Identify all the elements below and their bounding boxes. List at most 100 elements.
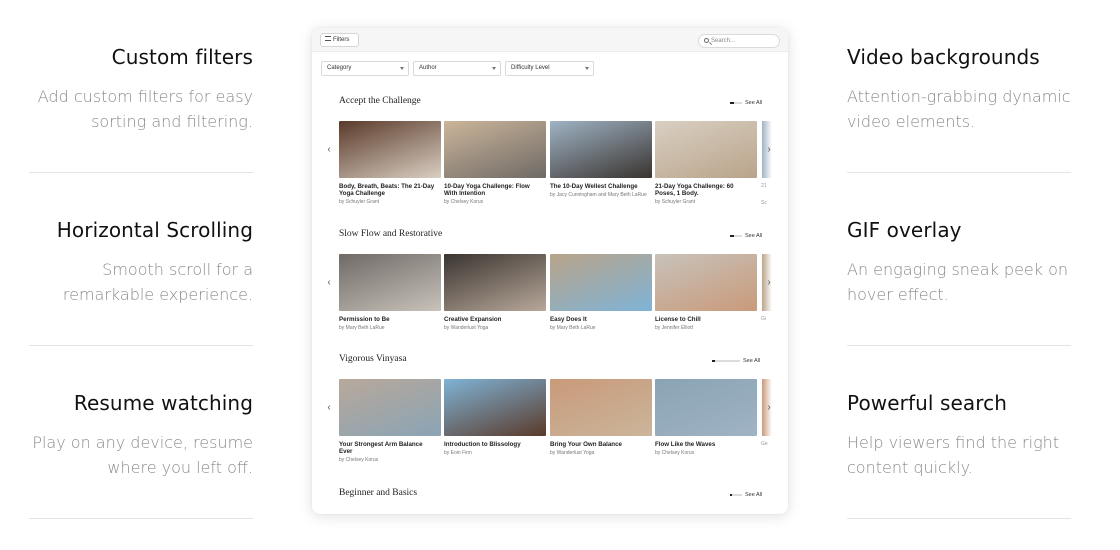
chevron-left-icon[interactable]: ‹ bbox=[322, 121, 336, 179]
difficulty-level-dropdown[interactable]: Difficulty Level bbox=[505, 61, 594, 76]
video-thumbnail[interactable] bbox=[550, 379, 652, 436]
section-title: Beginner and Basics bbox=[339, 488, 418, 498]
video-author: by Chelsey Korus bbox=[444, 199, 484, 205]
section-title: Accept the Challenge bbox=[339, 96, 421, 106]
feature-description: An engaging sneak peek on hover effect. bbox=[847, 260, 1069, 304]
chevron-right-icon[interactable]: › bbox=[762, 254, 776, 312]
video-author: by Mary Beth LaRue bbox=[339, 325, 385, 331]
video-author: by Schuyler Grant bbox=[339, 199, 380, 205]
see-all-link[interactable]: See All bbox=[730, 100, 762, 106]
video-thumbnail[interactable] bbox=[655, 379, 757, 436]
video-author: by Wanderlust Yoga bbox=[550, 450, 595, 456]
chevron-left-icon[interactable]: ‹ bbox=[322, 254, 336, 312]
video-card[interactable]: 21-Day Yoga Challenge: 60 Poses, 1 Body. b… bbox=[655, 121, 757, 205]
video-card[interactable]: Your Strongest Arm Balance Ever by Chelsey… bbox=[339, 379, 441, 463]
video-card[interactable]: Easy Does It by Mary Beth LaRue bbox=[550, 254, 652, 331]
video-thumbnail[interactable] bbox=[444, 121, 546, 178]
see-all-label: See All bbox=[745, 233, 763, 239]
filter-icon bbox=[325, 36, 331, 41]
video-thumbnail[interactable] bbox=[339, 121, 441, 178]
search-input[interactable]: Search... bbox=[698, 34, 780, 48]
chevron-right-icon[interactable]: › bbox=[762, 379, 776, 437]
video-title[interactable]: Introduction to Blissology bbox=[444, 441, 546, 448]
divider bbox=[847, 518, 1071, 519]
app-toolbar: Filters Search... bbox=[312, 28, 788, 52]
feature-description: Smooth scroll for a remarkable experience… bbox=[62, 260, 253, 304]
chevron-down-icon bbox=[585, 67, 589, 70]
feature-custom-filters: Custom filters Add custom filters for ea… bbox=[29, 45, 253, 134]
feature-title: Video backgrounds bbox=[847, 45, 1040, 69]
video-thumbnail[interactable] bbox=[655, 254, 757, 311]
category-dropdown[interactable]: Category bbox=[321, 61, 409, 76]
see-all-link[interactable]: See All bbox=[730, 233, 762, 239]
next-card-title-peek: Ge bbox=[761, 441, 768, 447]
chevron-down-icon bbox=[400, 67, 404, 70]
video-card[interactable]: License to Chill by Jennifer Elliott bbox=[655, 254, 757, 331]
feature-description: Help viewers find the right content quick… bbox=[847, 433, 1060, 477]
video-card[interactable]: Bring Your Own Balance by Wanderlust Yoga bbox=[550, 379, 652, 456]
video-title[interactable]: The 10-Day Wellest Challenge bbox=[550, 183, 652, 190]
filters-button[interactable]: Filters bbox=[320, 33, 359, 47]
feature-gif-overlay: GIF overlay An engaging sneak peek on hov… bbox=[847, 218, 1071, 307]
see-all-label: See All bbox=[745, 100, 763, 106]
dropdown-label: Category bbox=[327, 65, 352, 71]
video-card[interactable]: Introduction to Blissology by Eoin Finn bbox=[444, 379, 546, 456]
video-card[interactable]: Permission to Be by Mary Beth LaRue bbox=[339, 254, 441, 331]
divider bbox=[29, 345, 253, 346]
video-title[interactable]: License to Chill bbox=[655, 316, 757, 323]
scroll-progress-bar bbox=[712, 359, 740, 362]
feature-title: Horizontal Scrolling bbox=[56, 218, 253, 242]
video-title[interactable]: Easy Does It bbox=[550, 316, 652, 323]
video-thumbnail[interactable] bbox=[339, 379, 441, 436]
feature-description: Attention-grabbing dynamic video elements… bbox=[847, 87, 1071, 131]
scroll-progress-bar bbox=[730, 234, 742, 237]
video-card[interactable]: The 10-Day Wellest Challenge by Jacy Cunn… bbox=[550, 121, 652, 198]
chevron-left-icon[interactable]: ‹ bbox=[322, 379, 336, 437]
feature-title: Resume watching bbox=[73, 391, 253, 415]
video-author: by Eoin Finn bbox=[444, 450, 472, 456]
video-title[interactable]: Permission to Be bbox=[339, 316, 441, 323]
dropdown-label: Author bbox=[419, 65, 437, 71]
video-author: by Wanderlust Yoga bbox=[444, 325, 489, 331]
video-title[interactable]: Creative Expansion bbox=[444, 316, 546, 323]
video-card[interactable]: Creative Expansion by Wanderlust Yoga bbox=[444, 254, 546, 331]
next-card-author-peek: Sc bbox=[761, 200, 767, 206]
video-author: by Schuyler Grant bbox=[655, 199, 696, 205]
next-card-title-peek: Gi bbox=[761, 316, 766, 322]
video-title[interactable]: Flow Like the Waves bbox=[655, 441, 757, 448]
dropdown-label: Difficulty Level bbox=[511, 65, 550, 71]
video-title[interactable]: 21-Day Yoga Challenge: 60 Poses, 1 Body. bbox=[655, 183, 757, 197]
video-thumbnail[interactable] bbox=[550, 254, 652, 311]
video-title[interactable]: Body, Breath, Beats: The 21-Day Yoga Chal… bbox=[339, 183, 441, 197]
video-thumbnail[interactable] bbox=[339, 254, 441, 311]
feature-title: GIF overlay bbox=[847, 218, 962, 242]
video-title[interactable]: Bring Your Own Balance bbox=[550, 441, 652, 448]
search-icon bbox=[704, 38, 709, 43]
video-thumbnail[interactable] bbox=[550, 121, 652, 178]
video-author: by Jennifer Elliott bbox=[655, 325, 694, 331]
video-card[interactable]: 10-Day Yoga Challenge: Flow With Intentio… bbox=[444, 121, 546, 205]
video-author: by Chelsey Korus bbox=[655, 450, 695, 456]
chevron-down-icon bbox=[492, 67, 496, 70]
scroll-progress-bar bbox=[730, 101, 742, 104]
see-all-link[interactable]: See All bbox=[712, 358, 760, 364]
filters-button-label: Filters bbox=[333, 37, 350, 43]
feature-description: Add custom filters for easy sorting and f… bbox=[37, 87, 253, 131]
see-all-link[interactable]: See All bbox=[730, 492, 762, 498]
feature-title: Powerful search bbox=[847, 391, 1008, 415]
video-title[interactable]: 10-Day Yoga Challenge: Flow With Intentio… bbox=[444, 183, 546, 197]
author-dropdown[interactable]: Author bbox=[413, 61, 501, 76]
video-thumbnail[interactable] bbox=[444, 254, 546, 311]
video-card[interactable]: Body, Breath, Beats: The 21-Day Yoga Chal… bbox=[339, 121, 441, 205]
video-author: by Mary Beth LaRue bbox=[550, 325, 596, 331]
video-card[interactable]: Flow Like the Waves by Chelsey Korus bbox=[655, 379, 757, 456]
video-thumbnail[interactable] bbox=[655, 121, 757, 178]
see-all-label: See All bbox=[745, 492, 763, 498]
chevron-right-icon[interactable]: › bbox=[762, 121, 776, 179]
video-thumbnail[interactable] bbox=[444, 379, 546, 436]
feature-description: Play on any device, resume where you left… bbox=[32, 433, 253, 477]
feature-horizontal-scrolling: Horizontal Scrolling Smooth scroll for a… bbox=[29, 218, 253, 307]
divider bbox=[847, 345, 1071, 346]
video-title[interactable]: Your Strongest Arm Balance Ever bbox=[339, 441, 441, 455]
feature-video-backgrounds: Video backgrounds Attention-grabbing dyn… bbox=[847, 45, 1071, 134]
